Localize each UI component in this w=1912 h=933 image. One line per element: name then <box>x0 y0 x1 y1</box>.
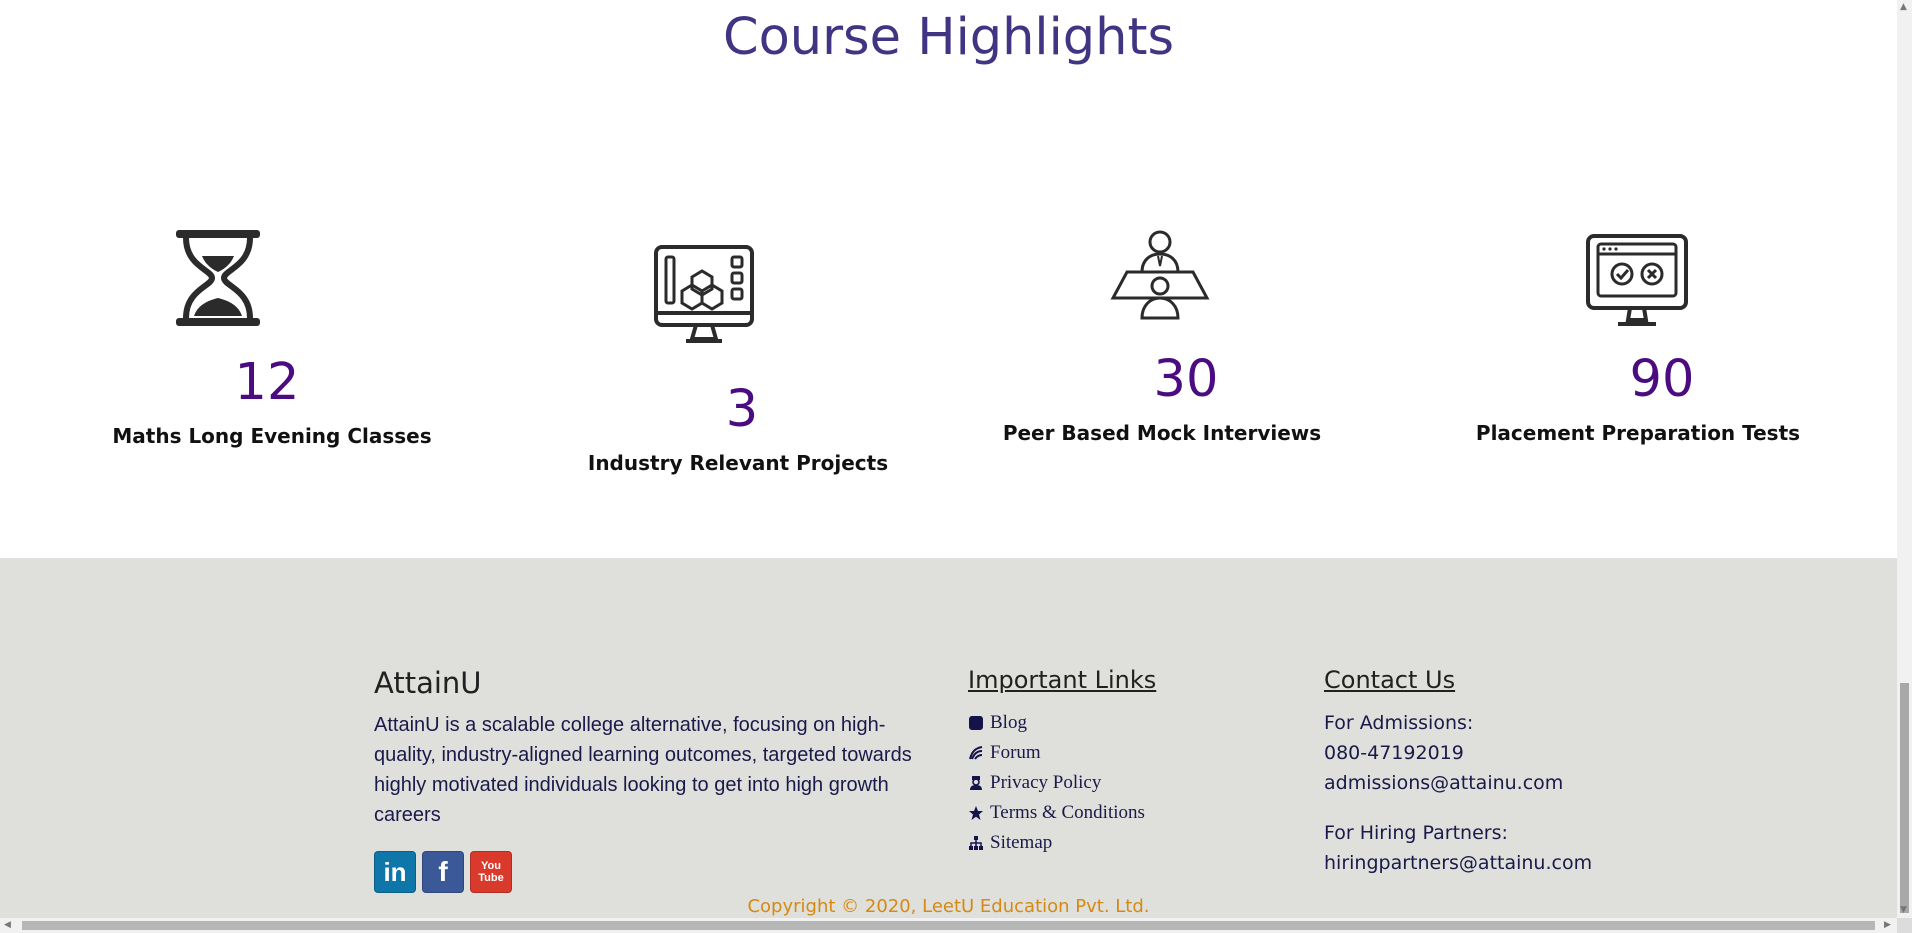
site-footer: AttainU AttainU is a scalable college al… <box>0 558 1897 918</box>
admissions-label: For Admissions: <box>1324 712 1474 734</box>
sitemap-icon <box>969 836 983 850</box>
highlight-label: Placement Preparation Tests <box>1475 421 1801 445</box>
scrollbar-corner <box>1897 918 1912 933</box>
scroll-up-arrow-icon[interactable]: ▲ <box>1900 0 1907 15</box>
blog-icon <box>969 716 983 730</box>
linkedin-icon: in <box>383 856 407 887</box>
footer-link-blog[interactable]: Blog <box>968 708 1145 738</box>
linkedin-button[interactable]: in <box>374 851 416 893</box>
hourglass-icon <box>172 226 264 334</box>
horizontal-scrollbar-thumb[interactable] <box>22 921 1875 930</box>
highlight-number: 30 <box>1153 350 1219 409</box>
important-links-list: Blog Forum Privacy Policy Terms & Condit… <box>968 708 1145 858</box>
highlight-number: 90 <box>1629 350 1695 409</box>
facebook-button[interactable]: f <box>422 851 464 893</box>
hiring-email[interactable]: hiringpartners@attainu.com <box>1324 848 1592 878</box>
computer-cubes-icon <box>652 243 756 351</box>
youtube-button[interactable]: You Tube <box>470 851 512 893</box>
scroll-down-arrow-icon[interactable]: ▼ <box>1900 903 1907 918</box>
scroll-left-arrow-icon[interactable]: ◀ <box>4 918 11 933</box>
user-secret-icon <box>970 776 982 790</box>
youtube-icon: You Tube <box>478 860 504 884</box>
interview-icon <box>1109 228 1211 326</box>
highlight-label: Peer Based Mock Interviews <box>1002 421 1322 445</box>
footer-link-sitemap[interactable]: Sitemap <box>968 828 1145 858</box>
footer-link-terms[interactable]: Terms & Conditions <box>968 798 1145 828</box>
footer-link-forum[interactable]: Forum <box>968 738 1145 768</box>
copyright-text: Copyright © 2020, LeetU Education Pvt. L… <box>747 896 1150 917</box>
footer-link-privacy-policy[interactable]: Privacy Policy <box>968 768 1145 798</box>
page-viewport: Course Highlights 12 Maths Long Evening … <box>0 0 1897 918</box>
horizontal-scrollbar[interactable]: ◀ ▶ <box>0 918 1897 933</box>
contact-details: For Admissions: 080-47192019 admissions@… <box>1324 708 1592 878</box>
facebook-icon: f <box>438 856 448 887</box>
admissions-phone[interactable]: 080-47192019 <box>1324 738 1592 768</box>
page-title: Course Highlights <box>722 8 1175 67</box>
hiring-label: For Hiring Partners: <box>1324 822 1508 844</box>
highlight-number: 12 <box>234 353 300 412</box>
vertical-scrollbar[interactable]: ▲ ▼ <box>1897 0 1912 918</box>
highlight-label: Industry Relevant Projects <box>587 451 889 475</box>
highlight-number: 3 <box>725 380 759 439</box>
social-links: in f You Tube <box>374 851 512 893</box>
scroll-right-arrow-icon[interactable]: ▶ <box>1884 918 1891 933</box>
star-icon <box>969 806 983 820</box>
forum-icon <box>969 746 983 760</box>
important-links-title: Important Links <box>968 666 1157 694</box>
footer-brand: AttainU <box>374 666 482 700</box>
footer-about-text: AttainU is a scalable college alternativ… <box>374 714 912 826</box>
contact-us-title: Contact Us <box>1324 666 1456 694</box>
admissions-email[interactable]: admissions@attainu.com <box>1324 768 1592 798</box>
vertical-scrollbar-thumb[interactable] <box>1900 683 1909 913</box>
test-window-icon <box>1584 232 1690 334</box>
highlight-label: Maths Long Evening Classes <box>112 424 432 448</box>
